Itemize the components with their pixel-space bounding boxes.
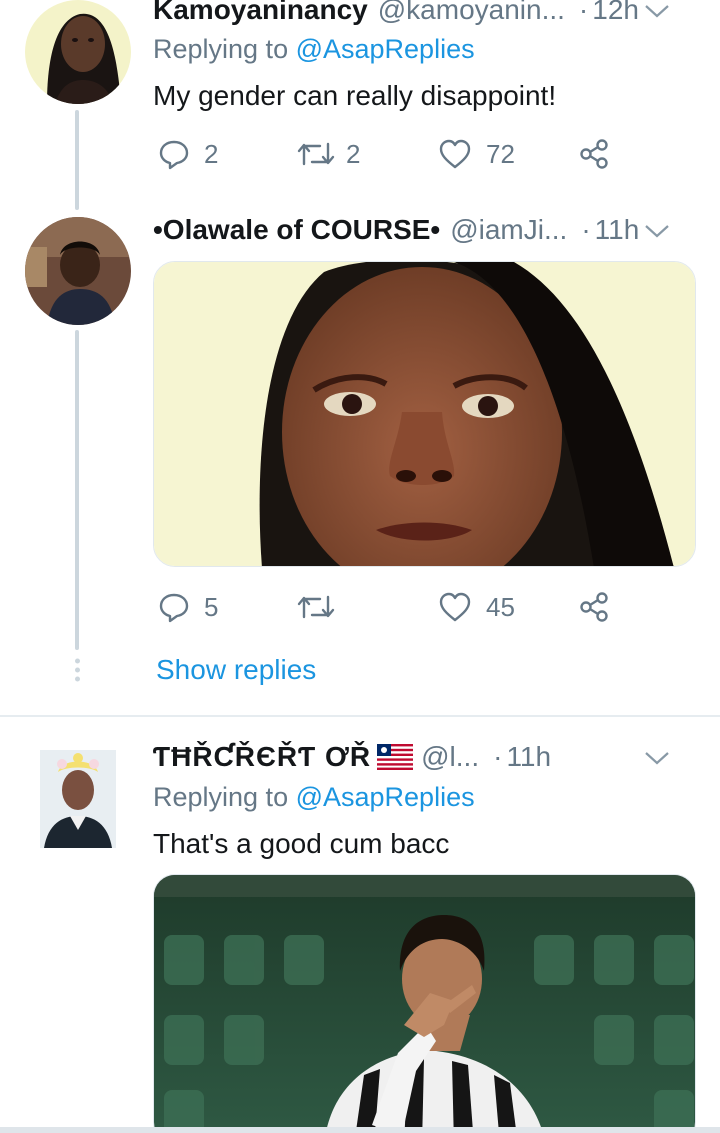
timestamp[interactable]: 11h [595, 214, 640, 246]
tweet-kamoyaninancy[interactable]: Kamoyaninancy @kamoyanin... · 12h Replyi… [0, 0, 720, 210]
like-button[interactable]: 45 [438, 587, 515, 627]
reply-count: 5 [204, 591, 219, 622]
liberia-flag-icon [377, 744, 414, 770]
show-replies-link[interactable]: Show replies [156, 654, 316, 686]
chevron-down-icon[interactable] [644, 741, 670, 773]
heart-icon [438, 138, 472, 170]
user-handle[interactable]: @iamJi... [450, 214, 567, 246]
tweet-image[interactable] [153, 261, 696, 567]
tweet-header: ƬĦŘƇŘЄŘƬ ƠŘ @l... · 11h [153, 737, 700, 777]
retweet-button[interactable] [296, 587, 350, 627]
retweet-button[interactable]: 2 [296, 134, 360, 174]
share-icon [578, 138, 612, 170]
tweet-actions: 2 2 72 [153, 134, 633, 174]
user-handle[interactable]: @kamoyanin... [378, 0, 565, 26]
tweet-actions: 5 45 [153, 587, 633, 627]
thread-line [75, 110, 79, 210]
display-name[interactable]: •Olawale of COURSE• [153, 214, 440, 246]
tweet-header: Kamoyaninancy @kamoyanin... · 12h [153, 0, 700, 30]
tweet-olawale[interactable]: •Olawale of COURSE• @iamJi... · 11h 5 45… [0, 200, 720, 715]
reply-icon [158, 591, 190, 623]
chevron-down-icon[interactable] [644, 0, 670, 26]
chevron-down-icon[interactable] [644, 214, 670, 246]
like-button[interactable]: 72 [438, 134, 515, 174]
mention-link[interactable]: @AsapReplies [296, 34, 475, 64]
reply-button[interactable]: 5 [158, 587, 218, 627]
replying-prefix: Replying to [153, 34, 296, 64]
thread-dots [75, 658, 80, 682]
share-button[interactable] [578, 134, 612, 174]
like-count: 72 [486, 138, 515, 169]
user-handle[interactable]: @l... [421, 741, 479, 773]
display-name[interactable]: ƬĦŘƇŘЄŘƬ ƠŘ [153, 741, 371, 773]
timestamp[interactable]: 12h [592, 0, 639, 26]
reply-count: 2 [204, 138, 219, 169]
tweet-header: •Olawale of COURSE• @iamJi... · 11h [153, 210, 700, 250]
replying-to: Replying to @AsapReplies [153, 782, 475, 813]
replying-prefix: Replying to [153, 782, 296, 812]
bottom-edge [0, 1127, 720, 1133]
tweet-text: My gender can really disappoint! [153, 80, 557, 111]
reply-icon [158, 138, 190, 170]
replying-to: Replying to @AsapReplies [153, 34, 475, 65]
reply-button[interactable]: 2 [158, 134, 218, 174]
avatar[interactable] [40, 750, 116, 848]
thread-line [75, 330, 79, 650]
tweet-text: That's a good cum bacc [153, 828, 450, 859]
share-button[interactable] [578, 587, 612, 627]
tweet-thacreator[interactable]: ƬĦŘƇŘЄŘƬ ƠŘ @l... · 11h Replying to @Asa… [0, 717, 720, 1133]
tweet-image[interactable] [153, 874, 696, 1133]
retweet-icon [296, 138, 336, 170]
share-icon [578, 591, 612, 623]
retweet-icon [296, 591, 336, 623]
display-name[interactable]: Kamoyaninancy [153, 0, 368, 26]
heart-icon [438, 591, 472, 623]
separator-dot: · [581, 214, 591, 245]
avatar[interactable] [25, 217, 131, 325]
separator-dot: · [493, 741, 503, 772]
separator-dot: · [578, 0, 589, 25]
timestamp[interactable]: 11h [506, 741, 551, 773]
mention-link[interactable]: @AsapReplies [296, 782, 475, 812]
avatar[interactable] [25, 0, 131, 104]
like-count: 45 [486, 591, 515, 622]
retweet-count: 2 [346, 138, 361, 169]
